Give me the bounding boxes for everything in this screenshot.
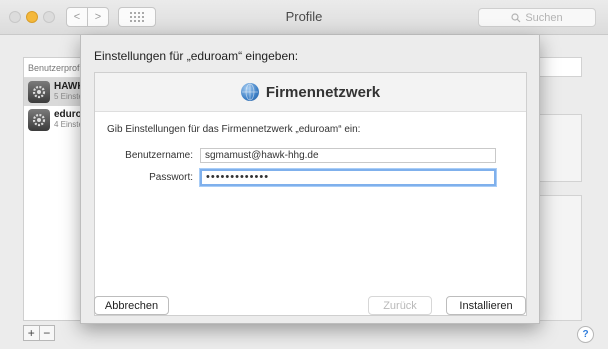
sheet-heading: Einstellungen für „eduroam“ eingeben: (94, 49, 299, 63)
settings-sheet: Einstellungen für „eduroam“ eingeben: Fi… (80, 35, 540, 324)
password-field[interactable]: ••••••••••••• (200, 169, 496, 186)
detail-panel-header (540, 57, 582, 77)
title-bar: < > Profile Suchen (0, 0, 608, 35)
install-button[interactable]: Installieren (446, 296, 526, 315)
password-label: Passwort: (149, 172, 193, 183)
remove-profile-button[interactable]: − (38, 326, 55, 340)
search-field[interactable]: Suchen (478, 8, 596, 27)
profile-gear-icon (28, 81, 50, 103)
cancel-button[interactable]: Abbrechen (94, 296, 169, 315)
add-profile-button[interactable]: + (24, 326, 39, 340)
panel-header: Firmennetzwerk (95, 73, 526, 112)
profile-gear-icon (28, 109, 50, 131)
username-field[interactable]: sgmamust@hawk-hhg.de (200, 148, 496, 163)
globe-icon (240, 83, 259, 101)
add-remove-control: + − (23, 325, 55, 341)
panel-title: Firmennetzwerk (265, 83, 381, 101)
back-step-button[interactable]: Zurück (368, 296, 432, 315)
settings-panel: Firmennetzwerk Gib Einstellungen für das… (94, 72, 527, 316)
search-placeholder: Suchen (525, 11, 563, 24)
panel-prompt: Gib Einstellungen für das Firmennetzwerk… (107, 124, 361, 135)
detail-panel-settings (540, 195, 582, 321)
username-label: Benutzername: (125, 150, 193, 161)
detail-panel-info (540, 114, 582, 182)
search-icon (511, 12, 521, 22)
help-button[interactable]: ? (577, 326, 594, 343)
